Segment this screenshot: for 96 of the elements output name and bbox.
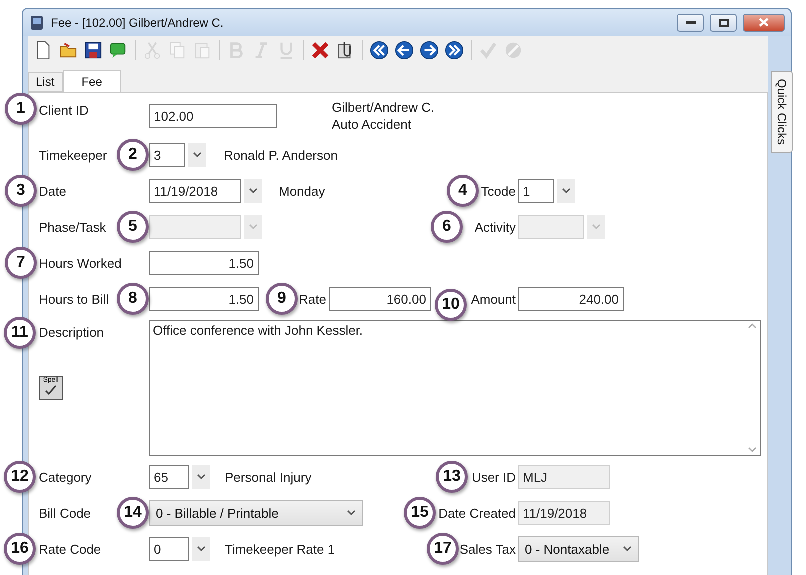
checkmark-icon xyxy=(45,385,57,395)
minimize-icon xyxy=(686,20,696,24)
scroll-down-icon xyxy=(748,447,756,453)
field-label: Hours Worked xyxy=(39,256,122,270)
dropdown-button[interactable] xyxy=(557,179,575,203)
callout-badge: 16 xyxy=(4,533,36,565)
user-id-field[interactable]: MLJ xyxy=(518,465,610,489)
speech-note-icon xyxy=(109,40,128,60)
callout-badge: 2 xyxy=(117,139,149,171)
rate-field[interactable]: 160.00 xyxy=(329,287,432,311)
dropdown-button[interactable] xyxy=(192,537,210,561)
callout-badge: 12 xyxy=(4,461,36,493)
timekeeper-name-text: Ronald P. Anderson xyxy=(224,148,338,162)
client-id-field[interactable]: 102.00 xyxy=(149,104,277,128)
field-label: Date Created xyxy=(438,506,516,520)
toolbar-button[interactable] xyxy=(393,38,416,62)
paste-icon xyxy=(193,40,212,60)
date-created-field[interactable]: 11/19/2018 xyxy=(518,501,610,525)
field-label: User ID xyxy=(472,470,516,484)
field-label: Timekeeper xyxy=(39,148,108,162)
minimize-button[interactable] xyxy=(677,14,704,32)
close-icon xyxy=(759,18,769,27)
chevron-down-icon xyxy=(248,224,258,230)
copy-icon xyxy=(168,40,187,60)
callout-badge: 9 xyxy=(266,283,298,315)
tab[interactable]: List xyxy=(28,72,63,92)
callout-badge: 11 xyxy=(4,316,36,348)
side-tab[interactable]: Quick Clicks xyxy=(771,71,793,153)
toolbar-button[interactable] xyxy=(443,38,466,62)
rate-name-text: Timekeeper Rate 1 xyxy=(225,542,336,556)
category-field[interactable]: 65 xyxy=(149,465,189,489)
description-field[interactable]: Office conference with John Kessler. xyxy=(149,320,761,456)
weekday-text: Monday xyxy=(279,184,326,198)
field-label: Rate xyxy=(299,292,326,306)
save-icon xyxy=(84,40,103,60)
scroll-up-icon xyxy=(748,323,756,329)
field-label: Rate Code xyxy=(39,542,102,556)
chevron-down-icon xyxy=(347,510,356,516)
scissors-icon xyxy=(143,40,162,60)
category-name-text: Personal Injury xyxy=(225,470,312,484)
chevron-down-icon xyxy=(248,188,258,194)
cancel-circle-icon xyxy=(504,40,523,60)
field-label: Hours to Bill xyxy=(39,292,110,306)
chevron-down-icon xyxy=(196,546,206,552)
callout-badge: 13 xyxy=(436,461,468,493)
callout-badge: 7 xyxy=(5,247,37,279)
callout-badge: 15 xyxy=(404,497,436,529)
hours-worked-field[interactable]: 1.50 xyxy=(149,251,259,275)
toolbar-button[interactable] xyxy=(368,38,391,62)
callout-badge: 10 xyxy=(435,289,467,321)
field-label: Date xyxy=(39,184,66,198)
dropdown-button[interactable] xyxy=(188,143,206,167)
client-name-text: Gilbert/Andrew C. xyxy=(332,99,435,116)
sales-tax-select[interactable]: 0 - Nontaxable xyxy=(518,536,639,562)
dropdown-button[interactable] xyxy=(192,465,210,489)
folder-icon xyxy=(59,40,78,60)
checkmark-icon xyxy=(479,40,498,60)
maximize-button[interactable] xyxy=(710,14,737,32)
callout-badge: 4 xyxy=(447,175,479,207)
dropdown-button[interactable] xyxy=(244,179,262,203)
field-label: Phase/Task xyxy=(39,220,106,234)
chevron-down-icon xyxy=(623,546,632,552)
rate-code-field[interactable]: 0 xyxy=(149,537,189,561)
restore-icon xyxy=(718,18,728,26)
field-label: Tcode xyxy=(481,184,516,198)
field-label: Sales Tax xyxy=(460,542,516,556)
timekeeper-field[interactable]: 3 xyxy=(149,143,185,167)
callout-badge: 14 xyxy=(117,497,149,529)
tab[interactable]: Fee xyxy=(62,70,122,92)
chevron-down-icon xyxy=(592,224,600,230)
amount-field[interactable]: 240.00 xyxy=(518,287,624,311)
field-label: Description xyxy=(39,325,104,340)
date-field[interactable]: 11/19/2018 xyxy=(149,179,241,203)
toolbar-button[interactable] xyxy=(418,38,441,62)
matter-text: Auto Accident xyxy=(332,116,412,133)
callout-badge: 8 xyxy=(117,283,149,315)
field-label: Activity xyxy=(474,220,516,234)
callout-badge: 5 xyxy=(117,211,149,243)
bill-code-select[interactable]: 0 - Billable / Printable xyxy=(149,500,363,526)
field-label: Amount xyxy=(471,292,516,306)
app-icon xyxy=(29,14,45,30)
callout-badge: 3 xyxy=(5,175,37,207)
chevron-down-icon xyxy=(562,188,570,194)
window-title: Fee - [102.00] Gilbert/Andrew C. xyxy=(51,16,225,30)
callout-badge: 1 xyxy=(5,92,37,124)
tcode-field[interactable]: 1 xyxy=(518,179,554,203)
callout-badge: 6 xyxy=(431,211,463,243)
field-label: Category xyxy=(39,470,92,484)
chevron-down-icon xyxy=(192,152,202,158)
x-mark-icon xyxy=(311,40,330,60)
callout-badge: 17 xyxy=(427,533,459,565)
field-label: Bill Code xyxy=(39,506,92,520)
chevron-down-icon xyxy=(196,474,206,480)
hours-to-bill-field[interactable]: 1.50 xyxy=(149,287,259,311)
field-label: Client ID xyxy=(39,103,89,118)
close-button[interactable] xyxy=(743,14,785,32)
